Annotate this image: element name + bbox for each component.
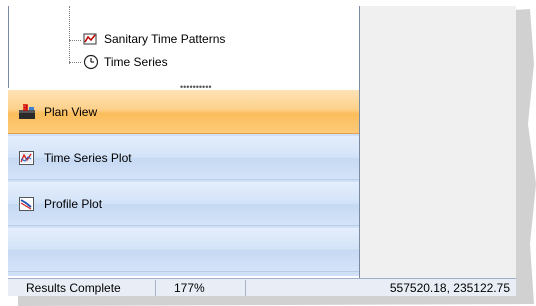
nav-button-label: Plan View	[44, 104, 98, 119]
clock-icon	[83, 54, 99, 70]
nav-button-plan-view[interactable]: Plan View	[8, 90, 359, 134]
status-bar: Results Complete 177% 557520.18, 235122.…	[8, 278, 516, 296]
tree-item-time-series[interactable]: Time Series	[83, 53, 168, 71]
nav-button-label: Profile Plot	[44, 196, 103, 211]
plan-view-icon	[18, 103, 36, 120]
application-window: Sanitary Time Patterns Time Series •••••…	[8, 6, 516, 296]
tree-item-sanitary-time-patterns[interactable]: Sanitary Time Patterns	[83, 30, 225, 48]
navigation-pane: Plan View Time Series Plot Profile Plot	[8, 90, 359, 276]
nav-button-label: Time Series Plot	[44, 150, 132, 165]
data-tree-panel: Sanitary Time Patterns Time Series •••••…	[8, 6, 360, 92]
zoom-level: 177%	[156, 280, 246, 296]
tree-connector	[69, 62, 81, 63]
coordinate-readout: 557520.18, 235122.75	[389, 281, 510, 295]
nav-button-profile-plot[interactable]: Profile Plot	[8, 182, 359, 226]
tree-connector	[69, 6, 70, 64]
profile-plot-icon	[18, 196, 36, 212]
splitter-grip[interactable]: ••••••••••	[180, 83, 212, 92]
nav-button-time-series-plot[interactable]: Time Series Plot	[8, 136, 359, 180]
nav-button-empty	[8, 228, 359, 272]
pattern-icon	[83, 32, 99, 46]
tree-item-label: Time Series	[104, 55, 168, 69]
map-view-pane[interactable]	[359, 6, 516, 278]
status-message: Results Complete	[8, 280, 156, 296]
time-series-plot-icon	[18, 150, 36, 166]
tree-connector	[69, 40, 81, 41]
tree-item-label: Sanitary Time Patterns	[104, 32, 226, 46]
